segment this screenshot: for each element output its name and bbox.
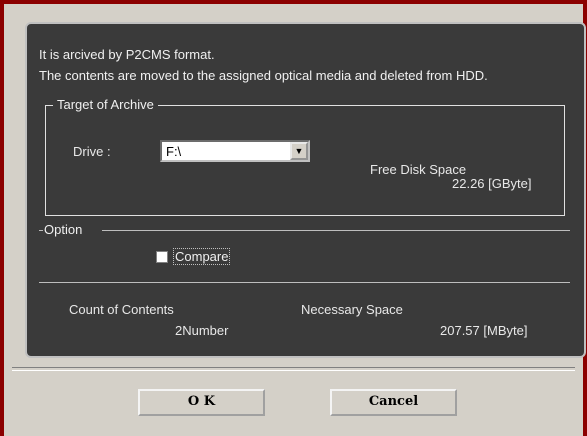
- free-disk-space-label: Free Disk Space: [370, 162, 467, 177]
- count-of-contents-value: 2Number: [175, 323, 229, 338]
- cancel-button[interactable]: Cancel: [330, 389, 457, 416]
- option-divider: [102, 230, 570, 231]
- info-line-move: The contents are moved to the assigned o…: [39, 68, 488, 83]
- option-divider-left: [39, 230, 43, 231]
- chevron-down-icon[interactable]: ▼: [290, 142, 308, 160]
- drive-select[interactable]: F:\ ▼: [160, 140, 310, 162]
- stats-divider: [39, 282, 570, 283]
- drive-select-value: F:\: [166, 144, 182, 159]
- compare-label[interactable]: Compare: [173, 248, 231, 265]
- archive-panel: It is arcived by P2CMS format. The conte…: [25, 22, 586, 358]
- option-legend: Option: [44, 222, 83, 237]
- necessary-space-value: 207.57 [MByte]: [440, 323, 528, 338]
- info-line-format: It is arcived by P2CMS format.: [39, 47, 215, 62]
- ok-button[interactable]: O K: [138, 389, 265, 416]
- button-separator: [12, 367, 575, 371]
- free-disk-space-value: 22.26 [GByte]: [452, 176, 532, 191]
- target-of-archive-legend: Target of Archive: [53, 97, 158, 112]
- count-of-contents-label: Count of Contents: [69, 302, 174, 317]
- target-of-archive-group: Target of Archive Drive : F:\ ▼ Free Dis…: [45, 97, 565, 216]
- drive-label: Drive :: [73, 144, 111, 159]
- compare-checkbox[interactable]: [156, 251, 168, 263]
- necessary-space-label: Necessary Space: [301, 302, 403, 317]
- archive-dialog: It is arcived by P2CMS format. The conte…: [4, 4, 586, 436]
